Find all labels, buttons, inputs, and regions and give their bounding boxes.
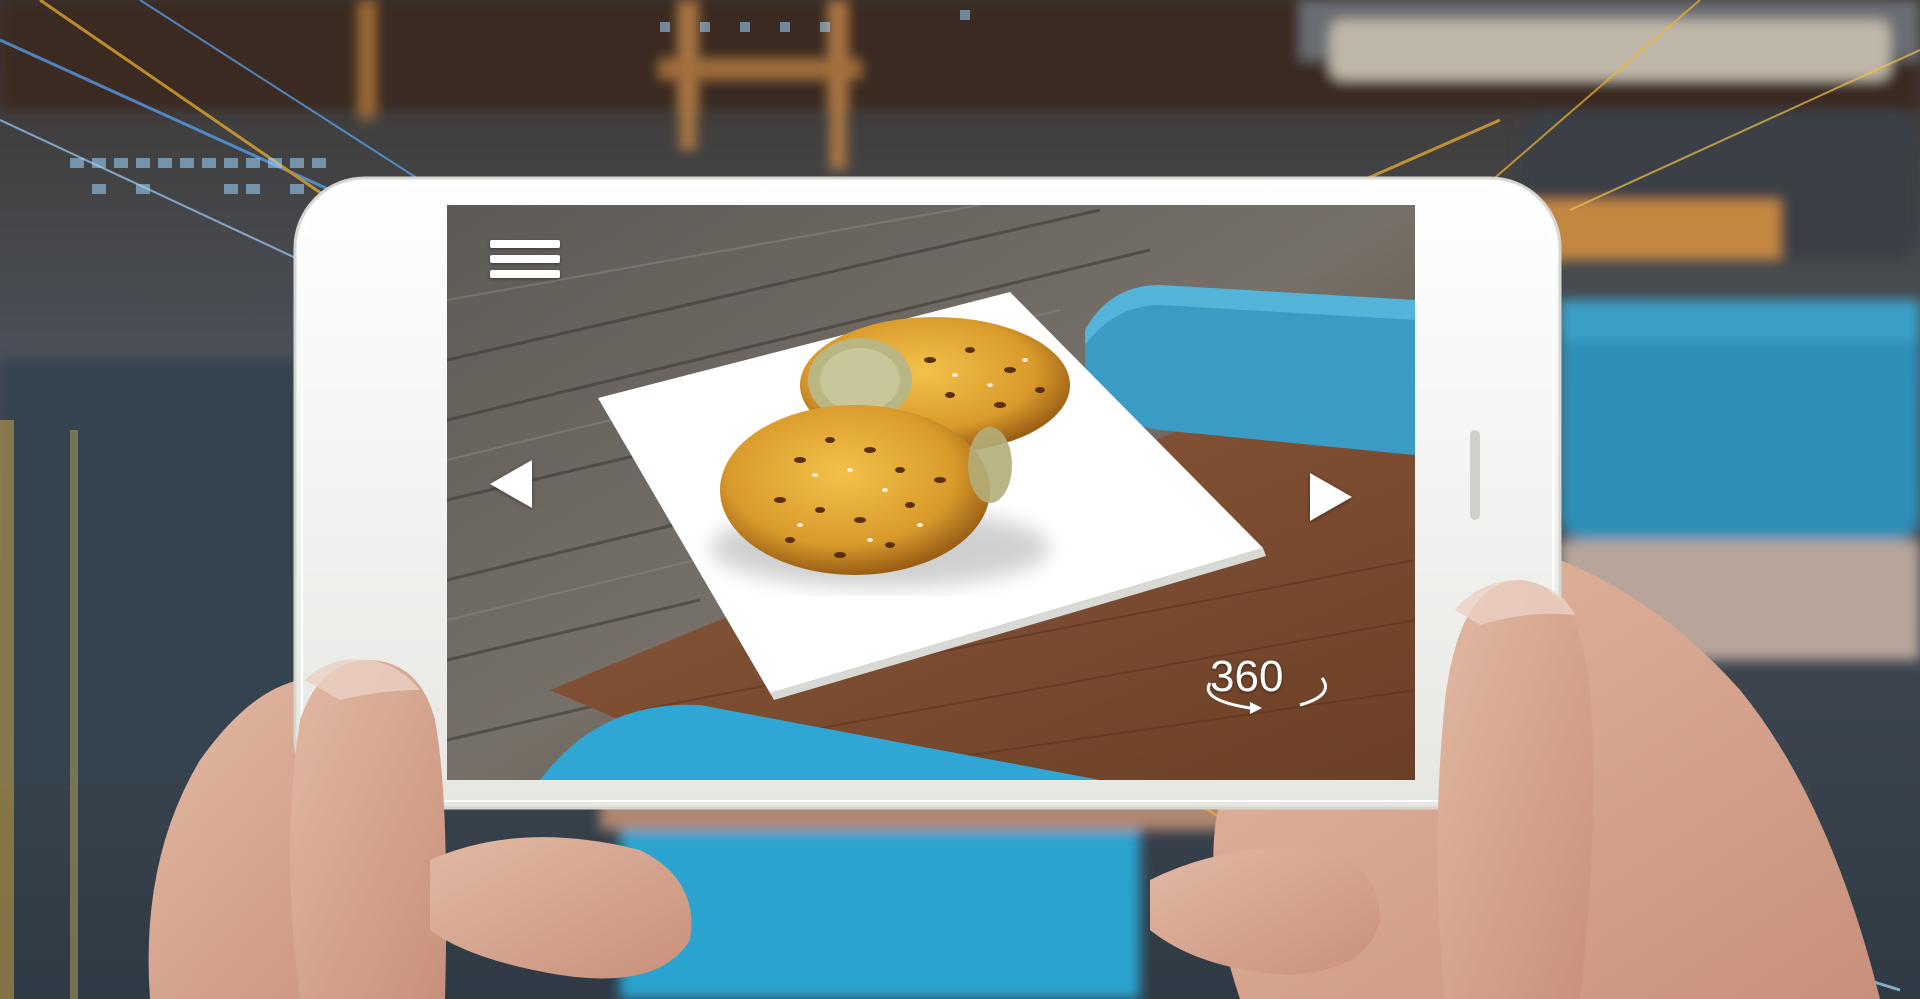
rotate-360-label: 360 (1210, 652, 1284, 701)
menu-bar-middle (490, 255, 560, 263)
triangle-left-icon[interactable] (490, 460, 532, 508)
rotate-360-button[interactable]: 360 (1180, 650, 1330, 730)
hamburger-menu-icon[interactable] (490, 240, 560, 292)
menu-bar-bottom (490, 270, 560, 278)
ar-smartphone-scene (0, 0, 1920, 999)
menu-bar-top (490, 240, 560, 248)
triangle-right-icon[interactable] (1310, 473, 1352, 521)
